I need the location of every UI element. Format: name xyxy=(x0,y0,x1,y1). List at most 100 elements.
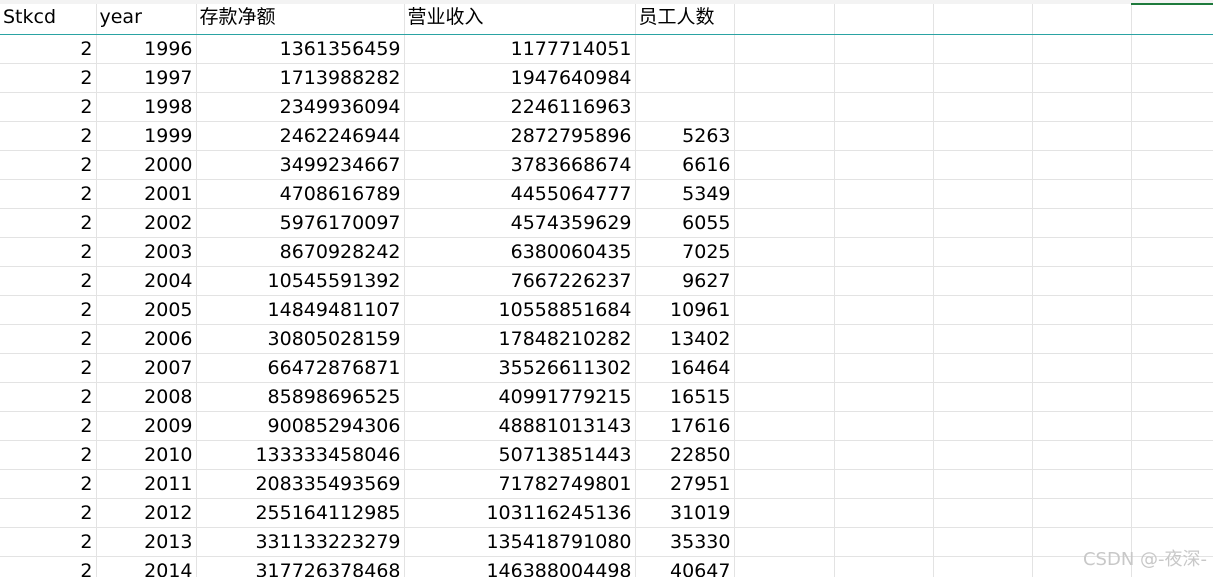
empty-cell[interactable] xyxy=(933,527,1033,557)
cell-deposits[interactable]: 2462246944 xyxy=(196,121,405,151)
empty-cell[interactable] xyxy=(1131,556,1213,577)
empty-cell[interactable] xyxy=(933,266,1033,296)
empty-cell[interactable] xyxy=(933,498,1033,528)
empty-cell[interactable] xyxy=(1032,179,1132,209)
empty-cell[interactable] xyxy=(1032,237,1132,267)
empty-cell[interactable] xyxy=(1131,237,1213,267)
cell-employees[interactable]: 5263 xyxy=(635,121,735,151)
empty-cell[interactable] xyxy=(933,0,1033,35)
cell-revenue[interactable]: 2246116963 xyxy=(404,92,636,122)
empty-cell[interactable] xyxy=(1131,498,1213,528)
cell-revenue[interactable]: 1947640984 xyxy=(404,63,636,93)
cell-deposits[interactable]: 317726378468 xyxy=(196,556,405,577)
cell-stkcd[interactable]: 2 xyxy=(0,237,97,267)
cell-stkcd[interactable]: 2 xyxy=(0,469,97,499)
cell-revenue[interactable]: 4455064777 xyxy=(404,179,636,209)
cell-stkcd[interactable]: 2 xyxy=(0,266,97,296)
cell-employees[interactable]: 6616 xyxy=(635,150,735,180)
empty-cell[interactable] xyxy=(1131,411,1213,441)
empty-cell[interactable] xyxy=(933,208,1033,238)
cell-year[interactable]: 2002 xyxy=(96,208,197,238)
cell-revenue[interactable]: 35526611302 xyxy=(404,353,636,383)
empty-cell[interactable] xyxy=(1131,121,1213,151)
header-cell-employees[interactable]: 员工人数 xyxy=(635,0,735,35)
empty-cell[interactable] xyxy=(1131,324,1213,354)
empty-cell[interactable] xyxy=(834,353,934,383)
empty-cell[interactable] xyxy=(734,266,835,296)
header-cell-revenue[interactable]: 营业收入 xyxy=(404,0,636,35)
cell-stkcd[interactable]: 2 xyxy=(0,382,97,412)
empty-cell[interactable] xyxy=(834,469,934,499)
cell-deposits[interactable]: 4708616789 xyxy=(196,179,405,209)
cell-deposits[interactable]: 1361356459 xyxy=(196,34,405,64)
cell-year[interactable]: 1999 xyxy=(96,121,197,151)
cell-employees[interactable]: 27951 xyxy=(635,469,735,499)
cell-stkcd[interactable]: 2 xyxy=(0,63,97,93)
cell-revenue[interactable]: 135418791080 xyxy=(404,527,636,557)
empty-cell[interactable] xyxy=(1032,0,1132,35)
cell-deposits[interactable]: 5976170097 xyxy=(196,208,405,238)
cell-revenue[interactable]: 146388004498 xyxy=(404,556,636,577)
empty-cell[interactable] xyxy=(1032,324,1132,354)
cell-stkcd[interactable]: 2 xyxy=(0,324,97,354)
empty-cell[interactable] xyxy=(834,556,934,577)
empty-cell[interactable] xyxy=(933,440,1033,470)
empty-cell[interactable] xyxy=(933,469,1033,499)
empty-cell[interactable] xyxy=(734,34,835,64)
cell-stkcd[interactable]: 2 xyxy=(0,179,97,209)
empty-cell[interactable] xyxy=(933,382,1033,412)
cell-employees[interactable]: 22850 xyxy=(635,440,735,470)
cell-employees[interactable] xyxy=(635,34,735,64)
cell-deposits[interactable]: 133333458046 xyxy=(196,440,405,470)
cell-stkcd[interactable]: 2 xyxy=(0,353,97,383)
empty-cell[interactable] xyxy=(734,121,835,151)
empty-cell[interactable] xyxy=(834,208,934,238)
cell-revenue[interactable]: 48881013143 xyxy=(404,411,636,441)
empty-cell[interactable] xyxy=(834,121,934,151)
empty-cell[interactable] xyxy=(1032,150,1132,180)
cell-year[interactable]: 1998 xyxy=(96,92,197,122)
cell-employees[interactable]: 16464 xyxy=(635,353,735,383)
empty-cell[interactable] xyxy=(933,121,1033,151)
cell-employees[interactable]: 17616 xyxy=(635,411,735,441)
header-cell-stkcd[interactable]: Stkcd xyxy=(0,0,97,35)
empty-cell[interactable] xyxy=(933,556,1033,577)
empty-cell[interactable] xyxy=(734,498,835,528)
cell-employees[interactable]: 9627 xyxy=(635,266,735,296)
empty-cell[interactable] xyxy=(834,179,934,209)
empty-cell[interactable] xyxy=(1131,353,1213,383)
empty-cell[interactable] xyxy=(1131,63,1213,93)
empty-cell[interactable] xyxy=(1032,353,1132,383)
cell-year[interactable]: 2003 xyxy=(96,237,197,267)
empty-cell[interactable] xyxy=(734,0,835,35)
cell-year[interactable]: 2008 xyxy=(96,382,197,412)
cell-deposits[interactable]: 208335493569 xyxy=(196,469,405,499)
empty-cell[interactable] xyxy=(1131,179,1213,209)
cell-deposits[interactable]: 255164112985 xyxy=(196,498,405,528)
empty-cell[interactable] xyxy=(1131,0,1213,35)
cell-deposits[interactable]: 3499234667 xyxy=(196,150,405,180)
cell-deposits[interactable]: 85898696525 xyxy=(196,382,405,412)
empty-cell[interactable] xyxy=(734,469,835,499)
empty-cell[interactable] xyxy=(834,34,934,64)
cell-employees[interactable]: 5349 xyxy=(635,179,735,209)
cell-revenue[interactable]: 1177714051 xyxy=(404,34,636,64)
empty-cell[interactable] xyxy=(1131,469,1213,499)
cell-revenue[interactable]: 4574359629 xyxy=(404,208,636,238)
cell-deposits[interactable]: 2349936094 xyxy=(196,92,405,122)
cell-year[interactable]: 2007 xyxy=(96,353,197,383)
empty-cell[interactable] xyxy=(1131,382,1213,412)
cell-year[interactable]: 2005 xyxy=(96,295,197,325)
cell-stkcd[interactable]: 2 xyxy=(0,208,97,238)
empty-cell[interactable] xyxy=(933,150,1033,180)
header-cell-year[interactable]: year xyxy=(96,0,197,35)
cell-employees[interactable]: 10961 xyxy=(635,295,735,325)
cell-year[interactable]: 2001 xyxy=(96,179,197,209)
cell-employees[interactable] xyxy=(635,63,735,93)
empty-cell[interactable] xyxy=(734,295,835,325)
cell-stkcd[interactable]: 2 xyxy=(0,150,97,180)
cell-year[interactable]: 2010 xyxy=(96,440,197,470)
empty-cell[interactable] xyxy=(1032,92,1132,122)
empty-cell[interactable] xyxy=(1131,266,1213,296)
cell-revenue[interactable]: 3783668674 xyxy=(404,150,636,180)
